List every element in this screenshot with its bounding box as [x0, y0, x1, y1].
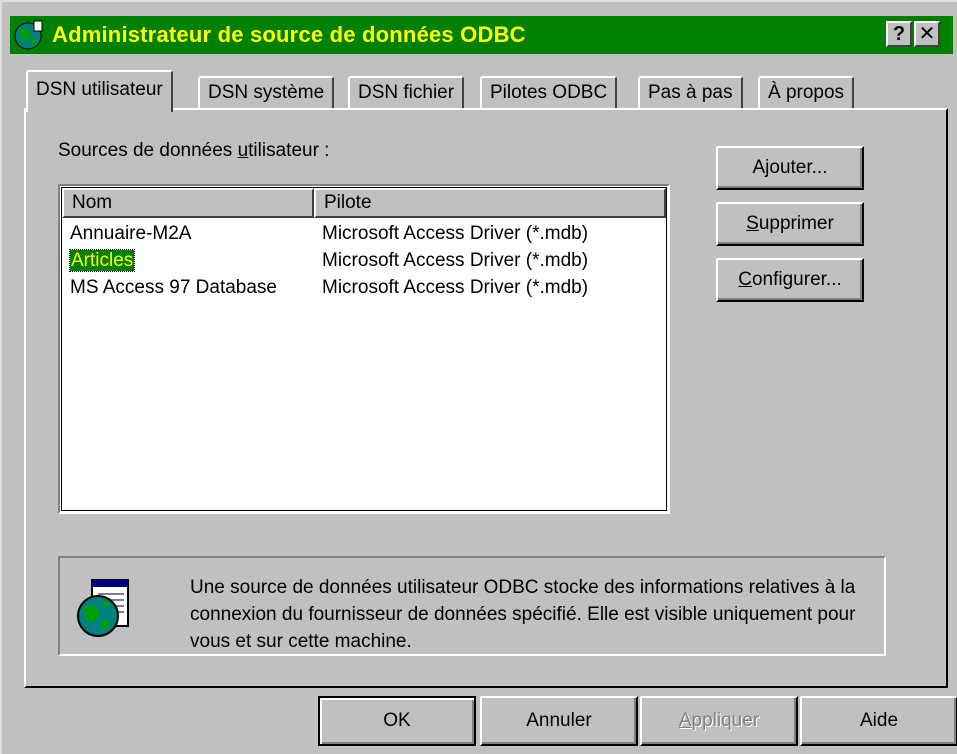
list-item-name: Annuaire-M2A: [70, 223, 192, 244]
list-item-name: MS Access 97 Database: [70, 277, 277, 298]
list-item-driver: Microsoft Access Driver (*.mdb): [322, 223, 589, 244]
data-sources-list[interactable]: Nom Pilote Annuaire-M2A Microsoft Access…: [58, 184, 670, 514]
list-item[interactable]: Annuaire-M2A Microsoft Access Driver (*.…: [70, 220, 668, 247]
globe-icon: [12, 18, 46, 52]
tab-a-propos[interactable]: À propos: [758, 76, 855, 110]
tab-panel: Sources de données utilisateur : Nom Pil…: [24, 108, 948, 688]
list-item-name: Articles: [68, 249, 136, 272]
apply-button[interactable]: Appliquer: [640, 696, 798, 746]
list-item[interactable]: MS Access 97 Database Microsoft Access D…: [70, 274, 668, 301]
ok-button[interactable]: OK: [318, 696, 476, 746]
close-icon: ✕: [918, 23, 936, 45]
close-button[interactable]: ✕: [914, 21, 940, 47]
column-header-pilote[interactable]: Pilote: [314, 188, 666, 218]
column-header-nom[interactable]: Nom: [62, 188, 314, 218]
list-item-driver: Microsoft Access Driver (*.mdb): [322, 250, 589, 271]
configure-button[interactable]: Configurer...: [716, 258, 864, 302]
help-button[interactable]: Aide: [800, 696, 957, 746]
help-title-button[interactable]: ?: [886, 21, 912, 47]
title-bar[interactable]: Administrateur de source de données ODBC…: [10, 16, 953, 54]
remove-button[interactable]: Supprimer: [716, 202, 864, 246]
tab-dsn-utilisateur[interactable]: DSN utilisateur: [26, 70, 173, 112]
cancel-button[interactable]: Annuler: [480, 696, 638, 746]
tab-dsn-fichier[interactable]: DSN fichier: [348, 76, 465, 110]
odbc-admin-window: Administrateur de source de données ODBC…: [0, 0, 957, 754]
info-description: Une source de données utilisateur ODBC s…: [190, 577, 856, 652]
tab-pilotes-odbc[interactable]: Pilotes ODBC: [480, 76, 618, 110]
list-header: Nom Pilote: [62, 188, 666, 218]
add-button[interactable]: Ajouter...: [716, 146, 864, 190]
database-globe-icon: [74, 576, 134, 640]
window-title: Administrateur de source de données ODBC: [52, 22, 526, 47]
sources-label: Sources de données utilisateur :: [58, 140, 330, 161]
info-box: Une source de données utilisateur ODBC s…: [58, 556, 886, 656]
list-item-selected[interactable]: Articles Microsoft Access Driver (*.mdb): [68, 247, 668, 274]
tab-dsn-systeme[interactable]: DSN système: [198, 76, 335, 110]
tab-pas-a-pas[interactable]: Pas à pas: [638, 76, 743, 110]
list-item-driver: Microsoft Access Driver (*.mdb): [322, 277, 589, 298]
question-icon: ?: [892, 23, 906, 45]
